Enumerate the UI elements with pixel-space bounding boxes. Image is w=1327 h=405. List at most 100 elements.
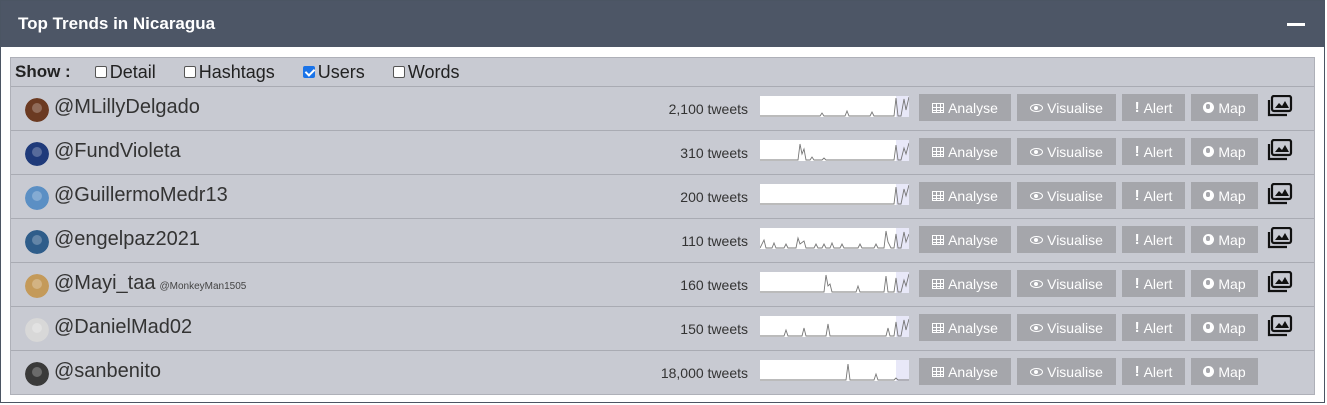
exclamation-icon: ! [1134, 319, 1140, 336]
map-button[interactable]: Map [1191, 94, 1258, 121]
map-button[interactable]: Map [1191, 270, 1258, 297]
alert-button[interactable]: ! Alert [1122, 270, 1185, 297]
checkbox-label: Detail [109, 61, 156, 82]
map-button[interactable]: Map [1191, 138, 1258, 165]
secondary-user[interactable]: @MonkeyMan1505 [159, 281, 246, 292]
hashtags-checkbox[interactable]: Hashtags [183, 61, 275, 83]
analyse-button[interactable]: Analyse [919, 226, 1011, 253]
globe-icon [1203, 278, 1215, 289]
checkbox-label: Users [317, 61, 365, 82]
sparkline [760, 316, 909, 337]
exclamation-icon: ! [1134, 99, 1140, 116]
analyse-button[interactable]: Analyse [919, 138, 1011, 165]
tweet-count: 150 tweets [680, 321, 748, 337]
detail-checkbox[interactable]: Detail [94, 61, 156, 83]
tweet-count: 200 tweets [680, 189, 748, 205]
trend-user-link[interactable]: @sanbenito [54, 360, 161, 383]
trend-row: @GuillermoMedr13 200 tweets Analyse Visu… [11, 175, 1314, 219]
analyse-button[interactable]: Analyse [919, 94, 1011, 121]
visualise-label: Visualise [1047, 143, 1103, 160]
words-checkbox[interactable]: Words [392, 62, 460, 83]
alert-button[interactable]: ! Alert [1122, 182, 1185, 209]
map-label: Map [1218, 99, 1246, 116]
checkbox-box[interactable] [302, 66, 315, 78]
alert-button[interactable]: ! Alert [1122, 138, 1185, 165]
images-button[interactable] [1267, 314, 1293, 337]
images-button[interactable] [1267, 94, 1293, 117]
trend-user-name[interactable]: @GuillermoMedr13 [54, 184, 228, 206]
analyse-button[interactable]: Analyse [919, 270, 1011, 297]
exclamation-icon: ! [1134, 363, 1140, 380]
globe-icon [1203, 322, 1215, 333]
map-button[interactable]: Map [1191, 358, 1258, 385]
visualise-button[interactable]: Visualise [1017, 138, 1116, 165]
globe-icon [1203, 146, 1215, 157]
checkbox-box[interactable] [392, 66, 405, 78]
trend-user-name[interactable]: @FundVioleta [54, 140, 181, 162]
exclamation-icon: ! [1134, 275, 1140, 292]
trend-user-link[interactable]: @DanielMad02 [54, 316, 192, 339]
trend-user-name[interactable]: @DanielMad02 [54, 316, 192, 338]
visualise-label: Visualise [1047, 363, 1103, 380]
analyse-button[interactable]: Analyse [919, 314, 1011, 341]
visualise-button[interactable]: Visualise [1017, 182, 1116, 209]
visualise-button[interactable]: Visualise [1017, 270, 1116, 297]
map-button[interactable]: Map [1191, 182, 1258, 209]
analyse-label: Analyse [948, 275, 998, 292]
trend-user-link[interactable]: @Mayi_taa @MonkeyMan1505 [54, 272, 246, 295]
alert-button[interactable]: ! Alert [1122, 314, 1185, 341]
checkbox-box[interactable] [183, 66, 196, 78]
trend-user-name[interactable]: @Mayi_taa [54, 272, 155, 294]
images-button[interactable] [1267, 270, 1293, 293]
images-icon [1267, 182, 1293, 205]
checkbox-label: Hashtags [198, 61, 275, 82]
trend-user-link[interactable]: @engelpaz2021 [54, 228, 200, 251]
analyse-button[interactable]: Analyse [919, 182, 1011, 209]
trend-row: @engelpaz2021 110 tweets Analyse Visuali… [11, 219, 1314, 263]
alert-label: Alert [1143, 99, 1173, 116]
trend-user-name[interactable]: @engelpaz2021 [54, 228, 200, 250]
exclamation-icon: ! [1134, 143, 1140, 160]
analyse-label: Analyse [948, 319, 998, 336]
panel-title: Top Trends in Nicaragua [18, 14, 216, 33]
visualise-button[interactable]: Visualise [1017, 314, 1116, 341]
images-button[interactable] [1267, 182, 1293, 205]
avatar [25, 362, 49, 386]
alert-label: Alert [1143, 363, 1173, 380]
analyse-label: Analyse [948, 143, 998, 160]
exclamation-icon: ! [1134, 231, 1140, 248]
trend-row: @MLillyDelgado 2,100 tweets Analyse Visu… [11, 87, 1314, 131]
trend-user-name[interactable]: @MLillyDelgado [54, 96, 200, 118]
trend-user-link[interactable]: @GuillermoMedr13 [54, 184, 228, 207]
alert-label: Alert [1143, 319, 1173, 336]
globe-icon [1203, 190, 1215, 201]
visualise-label: Visualise [1047, 99, 1103, 116]
images-button[interactable] [1267, 138, 1293, 161]
tweet-count: 18,000 tweets [660, 365, 748, 381]
trend-row: @FundVioleta 310 tweets Analyse Visualis… [11, 131, 1314, 175]
visualise-button[interactable]: Visualise [1017, 94, 1116, 121]
collapse-button[interactable] [1286, 14, 1306, 34]
trend-user-link[interactable]: @MLillyDelgado [54, 96, 200, 119]
images-button[interactable] [1267, 226, 1293, 249]
users-checkbox[interactable]: Users [302, 61, 365, 83]
eye-icon [1030, 103, 1044, 112]
alert-button[interactable]: ! Alert [1122, 358, 1185, 385]
globe-icon [1203, 234, 1215, 245]
visualise-button[interactable]: Visualise [1017, 226, 1116, 253]
trend-user-name[interactable]: @sanbenito [54, 360, 161, 382]
map-button[interactable]: Map [1191, 314, 1258, 341]
checkbox-box[interactable] [94, 66, 107, 78]
trend-user-link[interactable]: @FundVioleta [54, 140, 181, 163]
show-label: Show : [15, 62, 71, 81]
map-label: Map [1218, 275, 1246, 292]
map-button[interactable]: Map [1191, 226, 1258, 253]
tweet-count: 310 tweets [680, 145, 748, 161]
visualise-button[interactable]: Visualise [1017, 358, 1116, 385]
minus-icon [1287, 22, 1305, 26]
map-label: Map [1218, 363, 1246, 380]
analyse-button[interactable]: Analyse [919, 358, 1011, 385]
globe-icon [1203, 366, 1215, 377]
alert-button[interactable]: ! Alert [1122, 94, 1185, 121]
alert-button[interactable]: ! Alert [1122, 226, 1185, 253]
